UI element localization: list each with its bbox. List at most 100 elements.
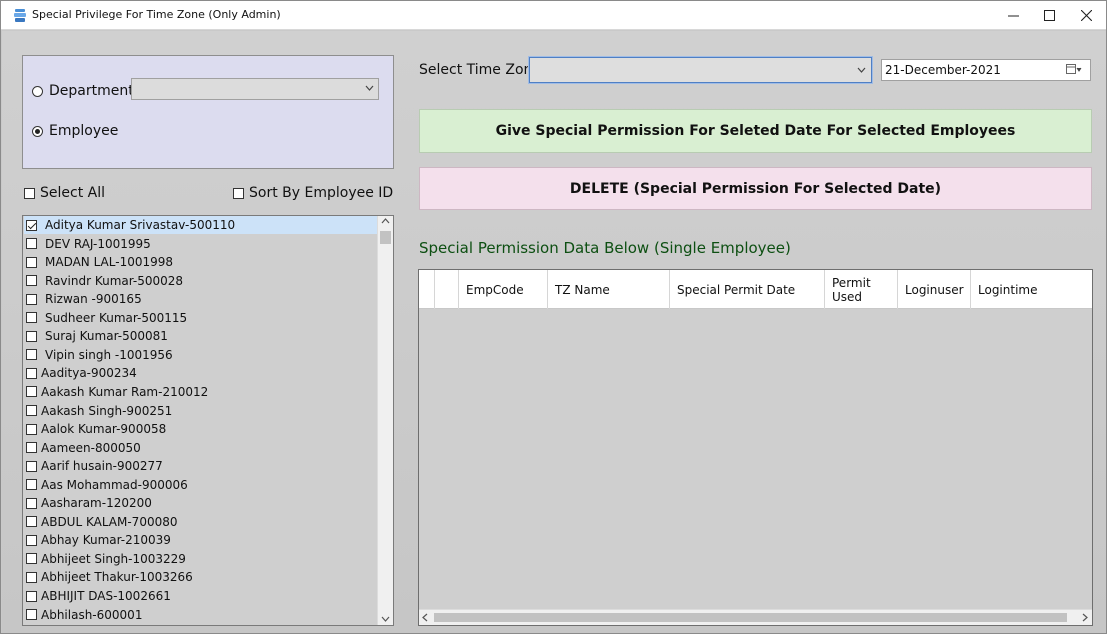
minimize-icon	[1007, 15, 1019, 16]
time-zone-dropdown[interactable]	[529, 57, 872, 83]
employee-list-item[interactable]: MADAN LAL-1001998	[24, 253, 377, 271]
sort-by-id-label: Sort By Employee ID	[249, 185, 394, 201]
employee-list-item[interactable]: Aasharam-120200	[24, 494, 377, 512]
employee-list-item[interactable]: Aameen-800050	[24, 439, 377, 457]
employee-list-item[interactable]: Abhilash-600001	[24, 606, 377, 624]
employee-radio-row[interactable]: Employee	[32, 123, 118, 139]
employee-list-item[interactable]: Sudheer Kumar-500115	[24, 309, 377, 327]
scroll-thumb[interactable]	[380, 231, 391, 244]
give-permission-button[interactable]: Give Special Permission For Seleted Date…	[419, 109, 1092, 153]
column-header-tz-name[interactable]: TZ Name	[548, 270, 670, 309]
employee-checkbox[interactable]	[26, 405, 37, 416]
window-title: Special Privilege For Time Zone (Only Ad…	[32, 8, 281, 21]
close-button[interactable]	[1068, 1, 1104, 29]
employee-list-item[interactable]: Aakash Kumar Ram-210012	[24, 383, 377, 401]
employee-checkbox[interactable]	[26, 460, 37, 472]
employee-list-item[interactable]: Abhay Kumar-210039	[24, 531, 377, 549]
employee-name: Aas Mohammad-900006	[41, 477, 188, 492]
employee-checkbox[interactable]	[26, 256, 37, 268]
app-icon	[14, 9, 26, 22]
client-area: Department Employee Select All Sort By E…	[2, 31, 1106, 633]
select-all-checkbox[interactable]	[24, 187, 35, 199]
employee-checkbox[interactable]	[26, 423, 37, 435]
select-all-label: Select All	[40, 185, 105, 201]
department-radio[interactable]	[32, 85, 43, 97]
employee-checkbox[interactable]	[26, 312, 37, 324]
employee-checkbox[interactable]	[26, 516, 37, 528]
employee-name: Aakash Singh-900251	[41, 403, 173, 418]
chevron-down-icon	[857, 67, 866, 73]
employee-checkbox[interactable]	[26, 349, 37, 361]
employee-list-item[interactable]: DEV RAJ-1001995	[24, 235, 377, 253]
sort-by-id-checkbox[interactable]	[233, 187, 244, 199]
date-picker[interactable]: 21-December-2021	[881, 59, 1091, 81]
employee-name: Abhay Kumar-210039	[41, 533, 171, 548]
employee-checkbox[interactable]	[26, 367, 37, 379]
employee-list-item[interactable]: Aaditya-900234	[24, 364, 377, 382]
employee-list-item[interactable]: Aalok Kumar-900058	[24, 420, 377, 438]
employee-checkbox[interactable]	[26, 442, 37, 454]
employee-list-item[interactable]: Vipin singh -1001956	[24, 346, 377, 364]
column-header-empcode[interactable]: EmpCode	[459, 270, 548, 309]
department-dropdown[interactable]	[131, 78, 379, 100]
employee-list-item[interactable]: Aditya Kumar Srivastav-500110	[24, 216, 377, 234]
employee-name: Abhijeet Thakur-1003266	[41, 570, 193, 585]
employee-name: Abhijeet Singh-1003229	[41, 551, 186, 566]
employee-list[interactable]: Aditya Kumar Srivastav-500110 DEV RAJ-100…	[22, 215, 394, 626]
column-header-permit-used[interactable]: Permit Used	[825, 270, 898, 309]
minimize-button[interactable]	[995, 1, 1031, 29]
employee-list-item[interactable]: Suraj Kumar-500081	[24, 327, 377, 345]
employee-name: Aameen-800050	[41, 440, 141, 455]
employee-checkbox[interactable]	[26, 219, 37, 231]
employee-list-item[interactable]: Aakash Singh-900251	[24, 402, 377, 420]
scroll-right-icon[interactable]	[1082, 613, 1088, 622]
employee-checkbox[interactable]	[26, 534, 37, 546]
scroll-up-icon[interactable]	[381, 218, 390, 224]
grid-horizontal-scrollbar[interactable]	[419, 609, 1092, 625]
employee-name: Aarif husain-900277	[41, 459, 163, 474]
employee-name: MADAN LAL-1001998	[45, 255, 174, 270]
employee-checkbox[interactable]	[26, 553, 37, 565]
employee-checkbox[interactable]	[26, 479, 37, 491]
scroll-down-icon[interactable]	[381, 616, 390, 622]
employee-list-item[interactable]: ABHIJIT DAS-1002661	[24, 587, 377, 605]
grid-scroll-thumb[interactable]	[434, 613, 1067, 622]
title-bar: Special Privilege For Time Zone (Only Ad…	[1, 1, 1106, 30]
employee-checkbox[interactable]	[26, 609, 37, 621]
employee-list-item[interactable]: Abhijeet Singh-1003229	[24, 550, 377, 568]
employee-checkbox[interactable]	[26, 497, 37, 509]
employee-name: Abhilash-600001	[41, 607, 143, 622]
department-label: Department	[49, 83, 134, 99]
grid-header-row-selector[interactable]	[419, 270, 435, 309]
calendar-icon[interactable]	[1066, 64, 1082, 75]
employee-list-item[interactable]: ABDUL KALAM-700080	[24, 513, 377, 531]
employee-radio[interactable]	[32, 125, 43, 137]
employee-name: Aaditya-900234	[41, 366, 137, 381]
employee-list-item[interactable]: Aas Mohammad-900006	[24, 476, 377, 494]
employee-list-scrollbar[interactable]	[377, 216, 393, 625]
grid-header-blank[interactable]	[435, 270, 459, 309]
department-radio-row[interactable]: Department	[32, 83, 134, 99]
delete-permission-button[interactable]: DELETE (Special Permission For Selected …	[419, 167, 1092, 210]
employee-checkbox[interactable]	[26, 238, 37, 250]
employee-name: ABDUL KALAM-700080	[41, 514, 178, 529]
employee-list-item[interactable]: Rizwan -900165	[24, 290, 377, 308]
employee-list-item[interactable]: Abhijeet Thakur-1003266	[24, 568, 377, 586]
employee-checkbox[interactable]	[26, 330, 37, 342]
column-header-logintime[interactable]: Logintime	[971, 270, 1092, 309]
employee-list-item[interactable]: Ravindr Kumar-500028	[24, 272, 377, 290]
employee-list-item[interactable]: Aarif husain-900277	[24, 457, 377, 475]
column-header-special-permit-date[interactable]: Special Permit Date	[670, 270, 825, 309]
employee-checkbox[interactable]	[26, 386, 37, 398]
employee-checkbox[interactable]	[26, 590, 37, 602]
sort-by-id-checkbox-row[interactable]: Sort By Employee ID	[233, 185, 393, 201]
select-all-checkbox-row[interactable]: Select All	[24, 185, 105, 201]
scroll-left-icon[interactable]	[422, 613, 428, 622]
permission-data-grid[interactable]: EmpCode TZ Name Special Permit Date Perm…	[418, 269, 1093, 626]
employee-name: ABHIJIT DAS-1002661	[41, 589, 171, 603]
employee-checkbox[interactable]	[26, 293, 37, 305]
maximize-button[interactable]	[1031, 1, 1067, 29]
employee-checkbox[interactable]	[26, 571, 37, 583]
column-header-loginuser[interactable]: Loginuser	[898, 270, 971, 309]
employee-checkbox[interactable]	[26, 275, 37, 287]
